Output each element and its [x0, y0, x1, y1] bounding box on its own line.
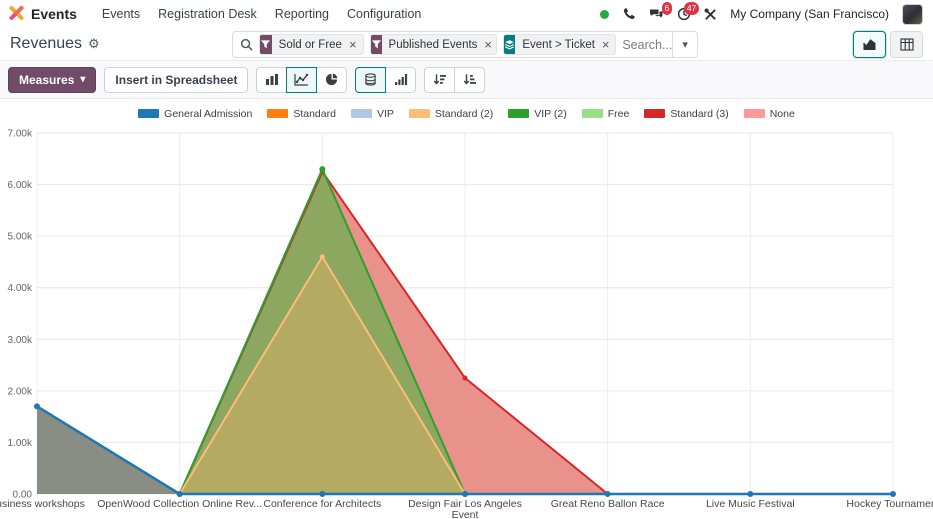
svg-text:Great Reno Ballon Race: Great Reno Ballon Race [551, 498, 665, 510]
pie-chart-button[interactable] [316, 67, 347, 93]
top-navbar: Events Events Registration Desk Reportin… [0, 0, 933, 28]
stack-group [355, 67, 416, 93]
menu-events[interactable]: Events [93, 7, 149, 21]
chevron-down-icon: ▾ [80, 74, 85, 85]
line-chart-button[interactable] [286, 67, 317, 93]
legend-item[interactable]: Standard (3) [644, 108, 728, 120]
messages-badge: 6 [662, 2, 673, 15]
legend-swatch [744, 109, 765, 118]
svg-text:4.00k: 4.00k [8, 283, 33, 294]
phone-icon[interactable] [622, 7, 636, 21]
facet-sold-or-free: Sold or Free × [259, 34, 364, 55]
legend-item[interactable]: None [744, 108, 795, 120]
user-avatar[interactable] [902, 4, 923, 25]
legend-label: Standard [293, 108, 336, 120]
messages-icon[interactable]: 6 [649, 7, 664, 21]
sort-group [424, 67, 485, 93]
svg-text:2.00k: 2.00k [8, 386, 33, 397]
facet-remove-icon[interactable]: × [602, 35, 616, 54]
search-bar[interactable]: Sold or Free × Published Events × Event … [232, 31, 698, 58]
measures-label: Measures [19, 73, 74, 87]
menu-registration-desk[interactable]: Registration Desk [149, 7, 266, 21]
svg-text:Conference for Architects: Conference for Architects [263, 498, 381, 510]
sort-descending-button[interactable] [424, 67, 455, 93]
legend-label: None [770, 108, 795, 120]
pivot-view-button[interactable] [890, 31, 923, 58]
svg-text:6.00k: 6.00k [8, 180, 33, 191]
sort-ascending-button[interactable] [454, 67, 485, 93]
svg-text:OpenWood Collection Online Rev: OpenWood Collection Online Rev... [97, 498, 262, 510]
facet-remove-icon[interactable]: × [349, 35, 363, 54]
activities-clock-icon[interactable]: 47 [677, 7, 691, 21]
svg-text:Hockey Tournament: Hockey Tournament [846, 498, 933, 510]
facet-remove-icon[interactable]: × [484, 35, 497, 54]
view-switcher [853, 31, 923, 58]
legend-item[interactable]: General Admission [138, 108, 252, 120]
svg-text:5.00k: 5.00k [8, 232, 33, 243]
company-name[interactable]: My Company (San Francisco) [730, 7, 889, 21]
page-title: Revenues [10, 35, 82, 53]
facet-label: Event > Ticket [515, 35, 602, 54]
legend-swatch [409, 109, 430, 118]
facet-groupby-event-ticket: Event > Ticket × [503, 34, 616, 55]
online-status-dot [600, 10, 609, 19]
legend-swatch [644, 109, 665, 118]
legend-swatch [508, 109, 529, 118]
bar-chart-button[interactable] [256, 67, 287, 93]
app-name: Events [31, 6, 77, 22]
search-icon [240, 38, 253, 51]
legend-label: VIP [377, 108, 394, 120]
legend-item[interactable]: Standard (2) [409, 108, 493, 120]
chart-type-group [256, 67, 347, 93]
legend-item[interactable]: Free [582, 108, 630, 120]
legend-item[interactable]: Standard [267, 108, 336, 120]
tools-icon[interactable] [704, 8, 717, 21]
chart-legend: General Admission Standard VIP Standard (2)… [0, 104, 933, 123]
legend-label: Standard (3) [670, 108, 728, 120]
odoo-logo-icon [8, 5, 25, 24]
layers-icon [504, 35, 515, 54]
filter-icon [371, 35, 382, 54]
svg-text:Event: Event [452, 509, 479, 518]
filter-icon [260, 35, 272, 54]
legend-item[interactable]: VIP [351, 108, 394, 120]
svg-text:7.00k: 7.00k [8, 129, 33, 140]
menu-configuration[interactable]: Configuration [338, 7, 430, 21]
search-input[interactable]: Search... [622, 38, 672, 52]
legend-label: Free [608, 108, 630, 120]
app-switcher[interactable]: Events [8, 5, 77, 24]
legend-label: Standard (2) [435, 108, 493, 120]
revenue-area-chart[interactable]: 0.001.00k2.00k3.00k4.00k5.00k6.00k7.00kB… [0, 123, 933, 518]
legend-swatch [582, 109, 603, 118]
insert-in-spreadsheet-button[interactable]: Insert in Spreadsheet [104, 67, 248, 93]
cumulative-button[interactable] [385, 67, 416, 93]
stacked-button[interactable] [355, 67, 386, 93]
legend-label: VIP (2) [534, 108, 566, 120]
area-chart-view-button[interactable] [853, 31, 886, 58]
chart-toolbar: Measures ▾ Insert in Spreadsheet [0, 60, 933, 99]
legend-label: General Admission [164, 108, 252, 120]
legend-swatch [267, 109, 288, 118]
facet-label: Published Events [382, 35, 485, 54]
chart-area: General Admission Standard VIP Standard (2)… [0, 99, 933, 518]
svg-text:3.00k: 3.00k [8, 335, 33, 346]
legend-swatch [138, 109, 159, 118]
svg-text:1.00k: 1.00k [8, 438, 33, 449]
facet-published-events: Published Events × [370, 34, 498, 55]
svg-text:Business workshops: Business workshops [0, 498, 85, 510]
gear-icon[interactable]: ⚙ [88, 36, 100, 52]
svg-text:Live Music Festival: Live Music Festival [706, 498, 795, 510]
activities-badge: 47 [684, 2, 699, 15]
chevron-down-icon: ▾ [682, 38, 688, 51]
control-panel: Revenues ⚙ Sold or Free × Published Even… [0, 28, 933, 60]
measures-button[interactable]: Measures ▾ [8, 67, 96, 93]
menu-reporting[interactable]: Reporting [266, 7, 338, 21]
facet-label: Sold or Free [272, 35, 349, 54]
legend-swatch [351, 109, 372, 118]
search-dropdown-toggle[interactable]: ▾ [672, 32, 697, 57]
legend-item[interactable]: VIP (2) [508, 108, 566, 120]
